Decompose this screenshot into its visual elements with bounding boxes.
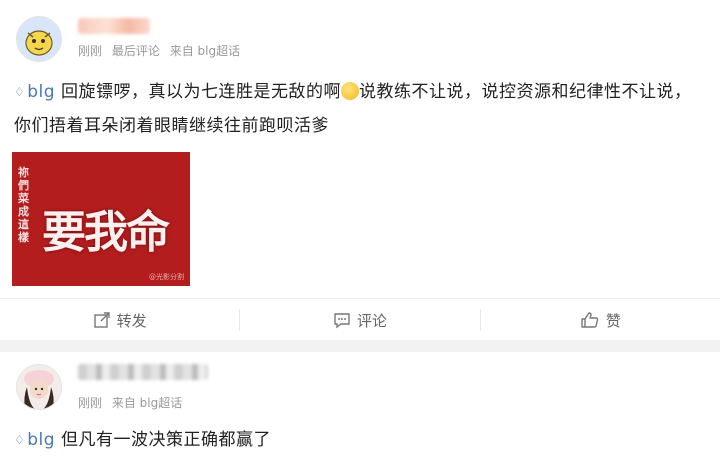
blurred-username[interactable] [78,364,208,380]
like-label: 赞 [605,311,621,330]
thumbs-up-icon [581,312,599,328]
comment-label: 评论 [356,311,387,330]
post-label: 最后评论 [111,44,160,58]
post-text-1: 回旋镖啰，真以为七连胜是无敌的啊 [60,82,341,102]
post-source[interactable]: 来自 blg超话 [112,396,182,410]
like-button[interactable]: 赞 [479,309,720,331]
post-meta: 刚刚 最后评论 来自 blg超话 [78,42,246,59]
image-side-text: 祢們菜成這樣 [18,166,29,244]
repost-label: 转发 [116,311,147,330]
action-bar: 转发 评论 赞 [0,298,720,341]
cartoon-avatar-icon [17,17,61,61]
avatar[interactable] [16,364,62,410]
blurred-username[interactable] [78,18,150,34]
post-card: 刚刚 来自 blg超话 ♢ blg 但凡有一波决策正确都赢了 [0,352,720,464]
repost-button[interactable]: 转发 [0,299,239,341]
post-text-1: 但凡有一波决策正确都赢了 [60,430,271,450]
diamond-icon: ♢ [14,433,26,447]
diamond-icon: ♢ [14,85,26,99]
comment-button[interactable]: 评论 [239,309,479,331]
post-image[interactable]: 祢們菜成這樣 要我命 @光影分割 [12,152,190,286]
avatar[interactable] [16,16,62,62]
image-big-text: 要我命 [42,207,170,258]
topic-tag[interactable]: ♢ blg [14,82,55,102]
post-content: ♢ blg 但凡有一波决策正确都赢了 [14,424,704,458]
post-source[interactable]: 来自 blg超话 [170,44,240,58]
post-time: 刚刚 [78,44,103,58]
user-photo-icon [17,365,61,409]
topic-tag[interactable]: ♢ blg [14,430,55,450]
post-meta: 刚刚 来自 blg超话 [78,394,188,411]
comment-icon [334,313,350,329]
surprised-face-icon [340,82,359,100]
image-watermark: @光影分割 [149,273,184,281]
post-time: 刚刚 [78,396,103,410]
share-icon [93,312,110,328]
topic-tag-label: blg [27,430,56,450]
topic-tag-label: blg [27,82,56,102]
post-content: ♢ blg 回旋镖啰，真以为七连胜是无敌的啊 说教练不让说，说控资源和纪律性不让说，… [14,76,704,143]
post-card: 刚刚 最后评论 来自 blg超话 ♢ blg 回旋镖啰，真以为七连胜是无敌的啊 说教… [0,0,720,340]
